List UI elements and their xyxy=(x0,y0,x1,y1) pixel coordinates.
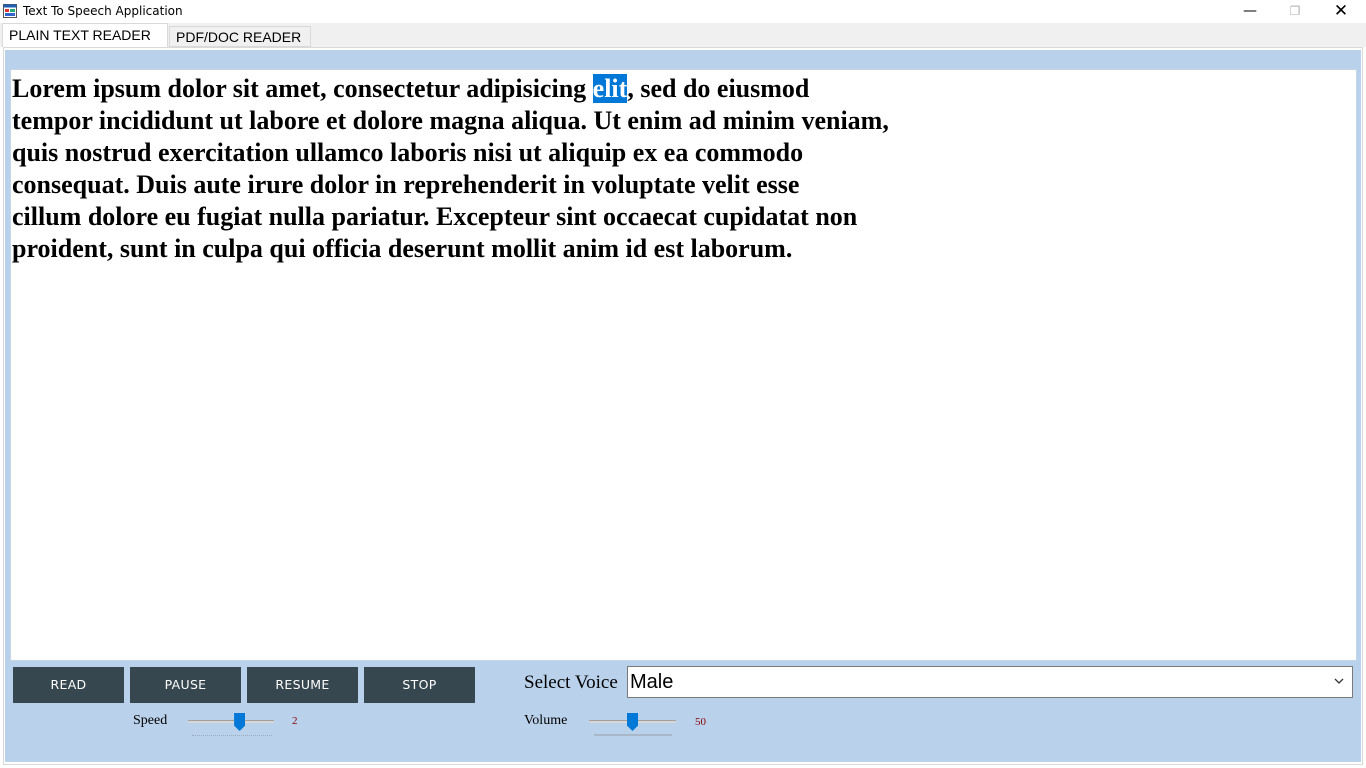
volume-slider-ticks xyxy=(594,734,672,736)
minimize-icon: — xyxy=(1243,3,1257,19)
speed-slider-track[interactable] xyxy=(188,720,274,723)
restore-icon: ❐ xyxy=(1289,4,1301,18)
maximize-button[interactable]: ❐ xyxy=(1272,0,1318,23)
stop-button[interactable]: STOP xyxy=(364,667,475,703)
minimize-button[interactable]: — xyxy=(1227,0,1273,23)
highlighted-word: elit xyxy=(592,74,628,103)
voice-selected-value: Male xyxy=(630,671,674,693)
reader-text-area[interactable]: Lorem ipsum dolor sit amet, consectetur … xyxy=(10,69,1357,661)
speed-label: Speed xyxy=(133,713,168,728)
pause-button[interactable]: PAUSE xyxy=(130,667,241,703)
close-button[interactable]: ✕ xyxy=(1318,0,1364,23)
chevron-down-icon xyxy=(1334,678,1344,684)
tab-pdf-doc-reader[interactable]: PDF/DOC READER xyxy=(169,26,311,47)
read-button[interactable]: READ xyxy=(13,667,124,703)
close-icon: ✕ xyxy=(1333,1,1349,21)
reader-text: Lorem ipsum dolor sit amet, consectetur … xyxy=(12,73,1012,265)
speed-value: 2 xyxy=(292,715,298,727)
tab-strip: PLAIN TEXT READER PDF/DOC READER xyxy=(0,23,1366,47)
window-title: Text To Speech Application xyxy=(23,4,183,18)
app-window-icon xyxy=(3,4,17,18)
title-bar: Text To Speech Application — ❐ ✕ xyxy=(0,0,1366,23)
select-voice-label: Select Voice xyxy=(524,672,618,693)
tab-plain-text-reader[interactable]: PLAIN TEXT READER xyxy=(2,23,168,47)
volume-value: 50 xyxy=(695,716,706,728)
volume-label: Volume xyxy=(524,713,568,728)
voice-dropdown[interactable]: Male xyxy=(627,666,1353,698)
resume-button[interactable]: RESUME xyxy=(247,667,358,703)
speed-slider-ticks xyxy=(192,731,272,736)
reader-text-before: Lorem ipsum dolor sit amet, consectetur … xyxy=(12,74,593,103)
